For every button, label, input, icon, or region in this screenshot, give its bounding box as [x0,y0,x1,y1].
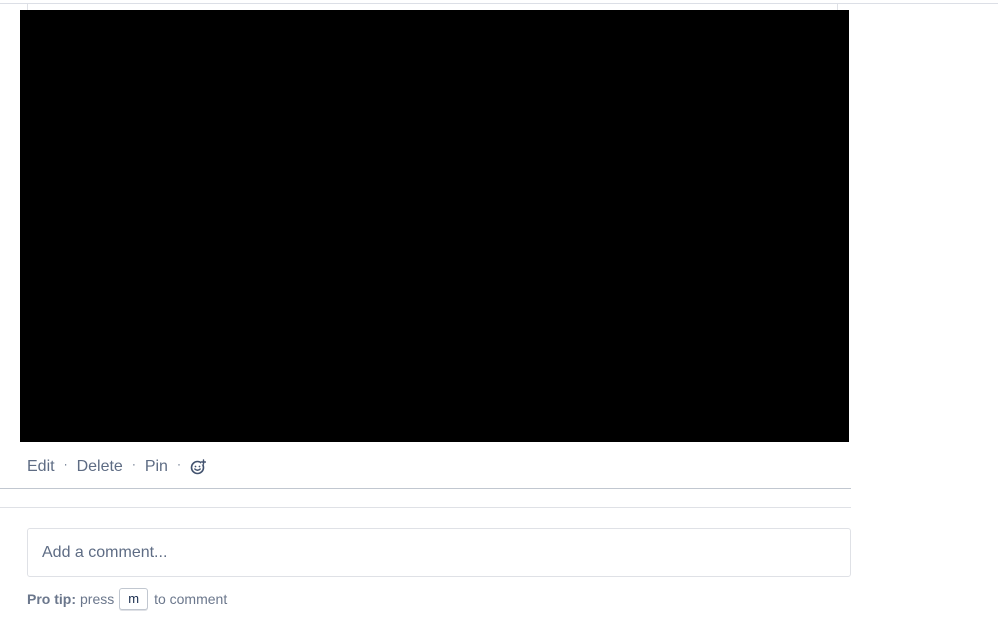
edit-button[interactable]: Edit [27,458,55,476]
emoji-add-icon[interactable] [190,459,206,475]
embedded-media-attachment[interactable] [20,10,849,442]
pro-tip-text-before: press [80,591,115,607]
add-comment-input[interactable]: Add a comment... [27,528,851,577]
issue-comment-area: Edit · Delete · Pin · Add a comment... P… [0,0,998,632]
section-divider [0,488,851,489]
pro-tip-label: Pro tip: [27,591,76,607]
pro-tip-text-after: to comment [154,591,228,607]
pin-button[interactable]: Pin [145,458,168,476]
pro-tip: Pro tip: press m to comment [27,588,227,610]
comment-actions-bar: Edit · Delete · Pin · [27,456,206,478]
action-separator: · [176,457,181,471]
delete-button[interactable]: Delete [77,458,123,476]
section-divider [0,507,851,508]
add-comment-placeholder: Add a comment... [42,543,168,561]
action-separator: · [131,457,136,471]
action-separator: · [63,457,68,471]
keyboard-shortcut-key: m [119,588,149,610]
